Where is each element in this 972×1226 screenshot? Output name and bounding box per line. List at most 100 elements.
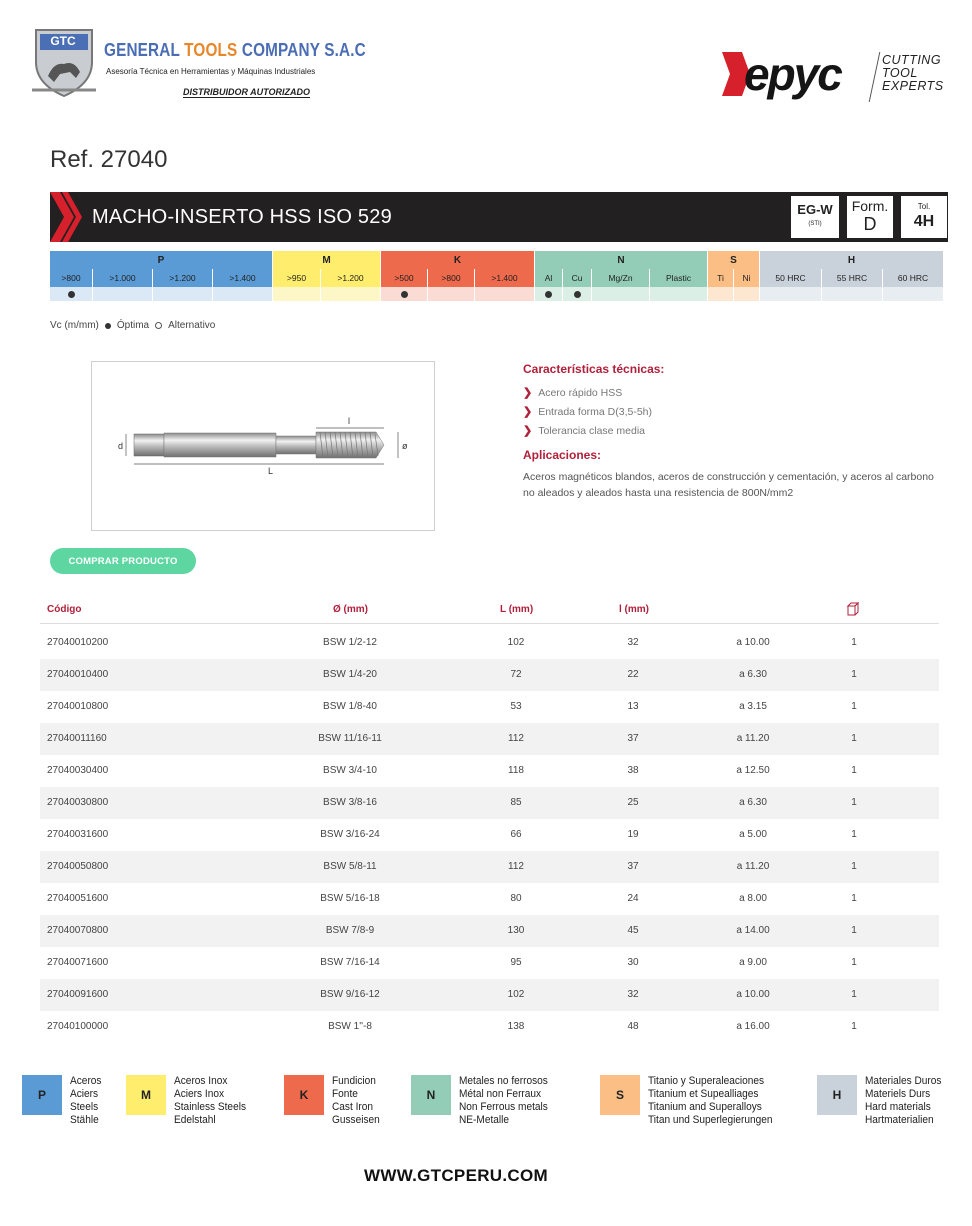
cell-drill: a 9.00 (739, 957, 767, 968)
header: GTC GENERAL TOOLS COMPANY S.A.C Asesoría… (28, 22, 948, 112)
legend-text: Aceros Inox Aciers Inox Stainless Steels Ed… (174, 1075, 247, 1126)
material-sub-label: >1.000 (93, 269, 153, 287)
brand-tagline: CUTTING TOOL EXPERTS (882, 53, 944, 93)
material-sub-label: >1.200 (153, 269, 213, 287)
legend-color-box: N (411, 1075, 451, 1115)
characteristic-item: ❯ Acero rápido HSS (523, 386, 623, 400)
cell-length-total: 102 (507, 637, 525, 648)
material-usage-cell (535, 287, 563, 301)
cell-diameter: BSW 1/4-20 (323, 669, 377, 680)
cell-drill: a 10.00 (736, 637, 770, 648)
cell-length-thread: 37 (627, 733, 639, 744)
table-header: Código Ø (mm) L (mm) l (mm) (40, 596, 939, 624)
cell-diameter: BSW 1''-8 (328, 1021, 372, 1032)
material-usage-cell (563, 287, 592, 301)
characteristic-item: ❯ Tolerancia clase media (523, 424, 646, 438)
material-usage-cell (650, 287, 708, 301)
material-usage-cell (760, 287, 822, 301)
legend-color-box: M (126, 1075, 166, 1115)
cell-length-thread: 38 (627, 765, 639, 776)
material-sub-label: Al (535, 269, 563, 287)
svg-text:epyc: epyc (744, 48, 842, 100)
material-group-n: N (535, 251, 708, 269)
dim-d-label: d (118, 441, 123, 451)
material-usage-cell (475, 287, 535, 301)
vc-label: Vc (m/mm) (50, 320, 99, 331)
cell-drill: a 6.30 (739, 669, 767, 680)
optimal-dot-icon (104, 322, 111, 329)
table-row[interactable]: 27040010800 BSW 1/8-40 53 13 a 3.15 1 (40, 691, 939, 723)
table-row[interactable]: 27040050800 BSW 5/8-11 112 37 a 11.20 1 (40, 851, 939, 883)
optimal-dot-icon (545, 290, 552, 298)
cell-code: 27040010400 (47, 669, 109, 680)
cell-quantity: 1 (851, 989, 857, 1000)
header-code: Código (47, 604, 82, 615)
cell-length-thread: 24 (627, 893, 639, 904)
material-sub-label: 60 HRC (883, 269, 944, 287)
table-row[interactable]: 27040030400 BSW 3/4-10 118 38 a 12.50 1 (40, 755, 939, 787)
table-row[interactable]: 27040011160 BSW 11/16-11 112 37 a 11.20 1 (40, 723, 939, 755)
cell-quantity: 1 (851, 797, 857, 808)
table-row[interactable]: 27040031600 BSW 3/16-24 66 19 a 5.00 1 (40, 819, 939, 851)
cell-length-thread: 19 (627, 829, 639, 840)
cell-length-total: 85 (510, 797, 522, 808)
material-usage-cell (273, 287, 321, 301)
cell-diameter: BSW 1/8-40 (323, 701, 377, 712)
material-group-k: K (381, 251, 535, 269)
cell-length-total: 112 (508, 861, 524, 872)
cell-code: 27040071600 (47, 957, 109, 968)
cell-diameter: BSW 5/16-18 (320, 893, 380, 904)
company-subtitle: Asesoría Técnica en Herramientas y Máqui… (106, 67, 316, 76)
table-row[interactable]: 27040091600 BSW 9/16-12 102 32 a 10.00 1 (40, 979, 939, 1011)
applications-text: Aceros magnéticos blandos, aceros de con… (523, 471, 934, 499)
cell-quantity: 1 (851, 1021, 857, 1032)
table-row[interactable]: 27040051600 BSW 5/16-18 80 24 a 8.00 1 (40, 883, 939, 915)
table-row[interactable]: 27040071600 BSW 7/16-14 95 30 a 9.00 1 (40, 947, 939, 979)
website-footer[interactable]: WWW.GTCPERU.COM (0, 1166, 912, 1186)
optimal-dot-icon (573, 290, 581, 298)
table-row[interactable]: 27040100000 BSW 1''-8 138 48 a 16.00 1 (40, 1011, 939, 1043)
cell-diameter: BSW 3/8-16 (323, 797, 377, 808)
legend-color-box: H (817, 1075, 857, 1115)
product-title: MACHO-INSERTO HSS ISO 529 (92, 206, 392, 228)
cell-drill: a 11.20 (736, 861, 770, 872)
table-row[interactable]: 27040010200 BSW 1/2-12 102 32 a 10.00 1 (40, 627, 939, 659)
legend-group-s: S Titanio y Superaleaciones Titanium et Su… (600, 1075, 783, 1127)
package-box-icon (846, 602, 860, 616)
header-L: L (mm) (500, 604, 534, 615)
table-row[interactable]: 27040010400 BSW 1/4-20 72 22 a 6.30 1 (40, 659, 939, 691)
cell-drill: a 6.30 (739, 797, 767, 808)
gtc-logo-text: GTC (50, 34, 76, 48)
cell-diameter: BSW 7/16-14 (320, 957, 380, 968)
cell-diameter: BSW 1/2-12 (323, 637, 377, 648)
tap-illustration: d l L ø (118, 416, 408, 476)
cell-code: 27040010800 (47, 701, 109, 712)
legend-color-box: P (22, 1075, 62, 1115)
cell-length-thread: 22 (627, 669, 639, 680)
egw-badge: EG-W (STI) (790, 195, 840, 239)
characteristic-item: ❯ Entrada forma D(3,5-5h) (523, 405, 653, 419)
cell-length-total: 112 (508, 733, 524, 744)
characteristics-list: ❯ Acero rápido HSS ❯ Entrada forma D(3,5-5… (523, 383, 652, 440)
cell-code: 27040010200 (47, 637, 109, 648)
table-row[interactable]: 27040070800 BSW 7/8-9 130 45 a 14.00 1 (40, 915, 939, 947)
material-usage-cell (592, 287, 650, 301)
cell-length-total: 66 (510, 829, 522, 840)
cell-diameter: BSW 3/16-24 (320, 829, 380, 840)
material-sub-row: >800 >1.000 >1.200 >1.400 >950 >1.200 >500 >800… (50, 269, 949, 287)
legend-group-p: P Aceros Aciers Steels Stähle (22, 1075, 104, 1127)
tool-drawing: d l L ø (91, 361, 435, 531)
cell-quantity: 1 (851, 957, 857, 968)
cell-quantity: 1 (851, 701, 857, 712)
legend-group-k: K Fundicion Fonte Cast Iron Gusseisen (284, 1075, 384, 1127)
material-sub-label: Cu (563, 269, 592, 287)
cell-length-total: 138 (507, 1021, 525, 1032)
material-group-s: S (708, 251, 760, 269)
alternative-circle-icon (155, 322, 163, 329)
table-row[interactable]: 27040030800 BSW 3/8-16 85 25 a 6.30 1 (40, 787, 939, 819)
cell-drill: a 16.00 (736, 1021, 770, 1032)
material-sub-label: >950 (273, 269, 321, 287)
buy-product-button[interactable]: COMPRAR PRODUCTO (50, 548, 196, 574)
material-group-row: PMKNSH (50, 251, 949, 269)
cell-code: 27040011160 (47, 733, 107, 744)
